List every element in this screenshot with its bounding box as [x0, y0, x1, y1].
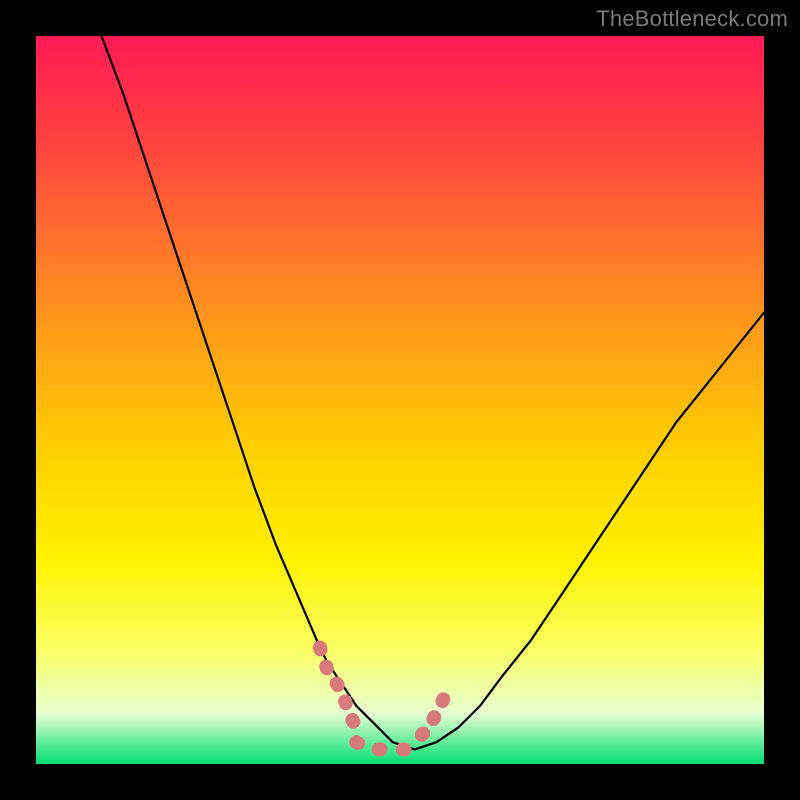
- outer-frame: TheBottleneck.com: [0, 0, 800, 800]
- chart-svg: [36, 36, 764, 764]
- left-curve: [102, 36, 415, 749]
- right-highlight: [422, 684, 451, 735]
- plot-area: [36, 36, 764, 764]
- watermark-text: TheBottleneck.com: [596, 6, 788, 32]
- right-curve: [415, 313, 764, 750]
